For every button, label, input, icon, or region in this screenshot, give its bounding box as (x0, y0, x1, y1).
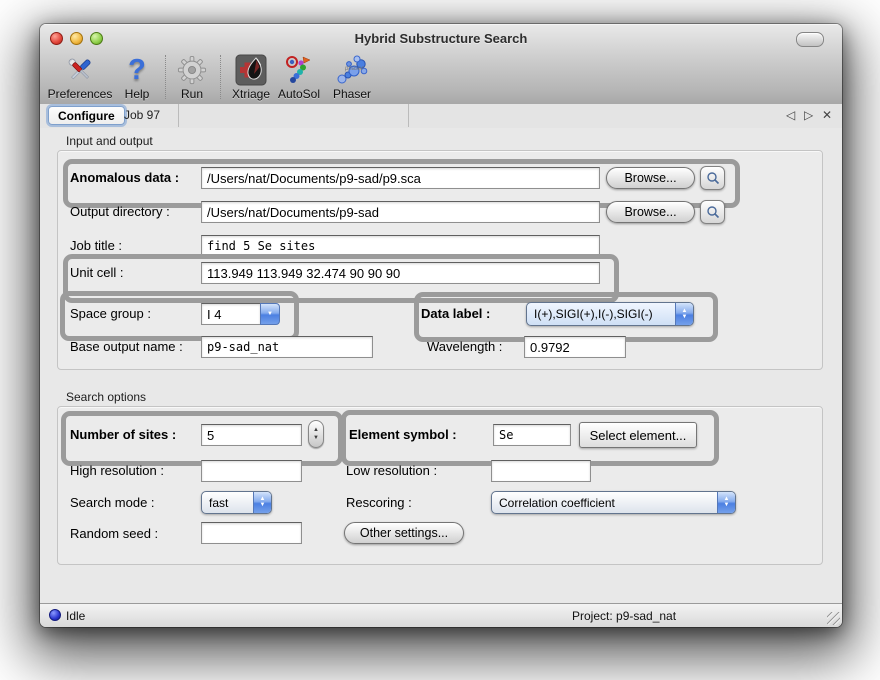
search-mode-popup[interactable]: fast ▲▼ (201, 491, 272, 514)
status-bar: Idle Project: p9-sad_nat (40, 603, 842, 627)
autosol-icon (269, 53, 329, 86)
toolbar-item-preferences[interactable]: Preferences (40, 53, 120, 101)
space-group-combo-input[interactable] (201, 303, 261, 325)
popup-arrows-icon: ▲▼ (253, 492, 271, 513)
window-title: Hybrid Substructure Search (40, 31, 842, 46)
status-text: Idle (66, 609, 85, 623)
toolbar-label: Run (172, 87, 212, 101)
data-label-label: Data label : (421, 306, 490, 321)
toolbar-item-phaser[interactable]: phaser Phaser (322, 53, 382, 101)
random-seed-input[interactable] (201, 522, 302, 544)
tab-divider (178, 104, 179, 127)
base-output-name-label: Base output name : (70, 339, 183, 354)
number-of-sites-stepper[interactable]: ▲▼ (308, 420, 324, 448)
low-resolution-input[interactable] (491, 460, 591, 482)
tab-configure-label: Configure (58, 109, 115, 123)
help-icon: ? (117, 53, 157, 86)
toolbar-separator (165, 55, 166, 99)
popup-arrows-icon: ▲▼ (717, 492, 735, 513)
toolbar-toggle-button[interactable] (796, 32, 824, 47)
tab-job-97[interactable]: Job 97 (124, 108, 160, 122)
element-symbol-label: Element symbol : (349, 427, 457, 442)
phaser-icon: phaser (322, 53, 382, 86)
rescoring-label: Rescoring : (346, 495, 412, 510)
output-directory-label: Output directory : (70, 204, 170, 219)
unit-cell-label: Unit cell : (70, 265, 123, 280)
tab-configure[interactable]: Configure (48, 106, 125, 125)
toolbar-label: AutoSol (269, 87, 329, 101)
toolbar-item-autosol[interactable]: AutoSol (269, 53, 329, 101)
data-label-value: I(+),SIGI(+),I(-),SIGI(-) (527, 303, 675, 325)
popup-arrows-icon: ▲▼ (675, 303, 693, 325)
space-group-dropdown-button[interactable]: ▼ (260, 303, 280, 325)
preferences-icon (40, 53, 120, 86)
output-directory-browse-button[interactable]: Browse... (606, 201, 695, 223)
rescoring-value: Correlation coefficient (492, 492, 717, 513)
status-indicator-icon (49, 609, 61, 621)
high-resolution-label: High resolution : (70, 463, 164, 478)
output-directory-input[interactable] (201, 201, 600, 223)
output-directory-preview-button[interactable] (700, 200, 725, 224)
toolbar-item-help[interactable]: ? Help (117, 53, 157, 101)
title-bar: Hybrid Substructure Search Pr (40, 24, 842, 105)
tab-nav-left-icon[interactable]: ◁ (786, 108, 795, 122)
job-title-label: Job title : (70, 238, 122, 253)
number-of-sites-input[interactable] (201, 424, 302, 446)
search-mode-label: Search mode : (70, 495, 155, 510)
toolbar-label: Preferences (40, 87, 120, 101)
select-element-button[interactable]: Select element... (579, 422, 697, 448)
random-seed-label: Random seed : (70, 526, 158, 541)
section-title-search-options: Search options (66, 390, 146, 404)
tab-divider (408, 104, 409, 127)
tab-close-icon[interactable]: ✕ (822, 108, 832, 122)
section-title-input-output: Input and output (66, 134, 153, 148)
resize-grip[interactable] (827, 612, 840, 625)
element-symbol-input[interactable] (493, 424, 571, 446)
search-options-panel: Number of sites : ▲▼ Element symbol : Se… (57, 406, 823, 565)
rescoring-popup[interactable]: Correlation coefficient ▲▼ (491, 491, 736, 514)
anomalous-preview-button[interactable] (700, 166, 725, 190)
other-settings-button[interactable]: Other settings... (344, 522, 464, 544)
tab-nav-right-icon[interactable]: ▷ (804, 108, 813, 122)
unit-cell-input[interactable] (201, 262, 600, 284)
configure-pane: Input and output Anomalous data : Browse… (40, 128, 842, 603)
toolbar-item-run[interactable]: Run (172, 53, 212, 101)
toolbar-label: Help (117, 87, 157, 101)
anomalous-browse-button[interactable]: Browse... (606, 167, 695, 189)
job-title-input[interactable] (201, 235, 600, 257)
low-resolution-label: Low resolution : (346, 463, 437, 478)
wavelength-input[interactable] (524, 336, 626, 358)
run-gear-icon (172, 53, 212, 86)
data-label-popup[interactable]: I(+),SIGI(+),I(-),SIGI(-) ▲▼ (526, 302, 694, 326)
magnifier-icon (706, 171, 720, 185)
magnifier-icon (706, 205, 720, 219)
high-resolution-input[interactable] (201, 460, 302, 482)
tab-job-label: Job 97 (124, 108, 160, 122)
base-output-name-input[interactable] (201, 336, 373, 358)
space-group-label: Space group : (70, 306, 151, 321)
search-mode-value: fast (202, 492, 253, 513)
toolbar-label: Phaser (322, 87, 382, 101)
svg-text:phaser: phaser (344, 66, 364, 72)
app-window: Hybrid Substructure Search Pr (40, 24, 842, 627)
tab-bar: Configure Job 97 ◁ ▷ ✕ (40, 104, 842, 129)
project-label: Project: p9-sad_nat (572, 609, 676, 623)
anomalous-data-input[interactable] (201, 167, 600, 189)
number-of-sites-label: Number of sites : (70, 427, 176, 442)
input-output-panel: Anomalous data : Browse... Output direct… (57, 150, 823, 370)
anomalous-data-label: Anomalous data : (70, 170, 179, 185)
wavelength-label: Wavelength : (427, 339, 502, 354)
